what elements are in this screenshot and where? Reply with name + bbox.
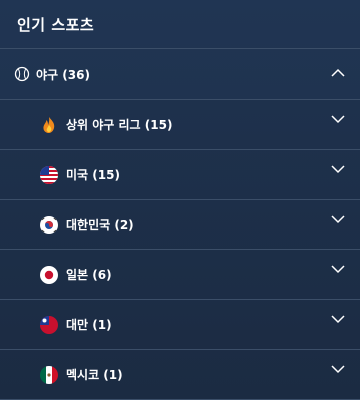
league-row-taiwan[interactable]: 대만 (1) (0, 300, 360, 350)
japan-flag-icon (40, 265, 58, 284)
league-label: 일본 (6) (66, 268, 112, 282)
mexico-flag-icon (40, 365, 58, 384)
league-row-south-korea[interactable]: 대한민국 (2) (0, 200, 360, 250)
league-label: 미국 (15) (66, 168, 120, 182)
league-label: 대만 (1) (66, 318, 112, 332)
panel-title: 인기 스포츠 (0, 0, 360, 49)
league-row-top-baseball[interactable]: 상위 야구 리그 (15) (0, 100, 360, 150)
chevron-up-icon[interactable] (330, 68, 346, 78)
south-korea-flag-icon (40, 215, 58, 234)
chevron-down-icon[interactable] (330, 164, 346, 174)
league-row-usa[interactable]: 미국 (15) (0, 150, 360, 200)
chevron-down-icon[interactable] (330, 364, 346, 374)
taiwan-flag-icon (40, 315, 58, 334)
league-label: 대한민국 (2) (66, 218, 134, 232)
league-label: 멕시코 (1) (66, 368, 123, 382)
usa-flag-icon (40, 165, 58, 184)
chevron-down-icon[interactable] (330, 314, 346, 324)
chevron-down-icon[interactable] (330, 214, 346, 224)
fire-icon (43, 116, 55, 133)
baseball-icon (14, 66, 30, 82)
chevron-down-icon[interactable] (330, 114, 346, 124)
league-row-japan[interactable]: 일본 (6) (0, 250, 360, 300)
league-row-mexico[interactable]: 멕시코 (1) (0, 350, 360, 400)
league-label: 상위 야구 리그 (15) (66, 118, 173, 132)
popular-sports-panel: 인기 스포츠 야구 (36) 상위 야구 리그 (15) 미국 (15) 대한민… (0, 0, 360, 400)
sport-label: 야구 (36) (36, 67, 90, 82)
sport-row-baseball[interactable]: 야구 (36) (0, 49, 360, 100)
chevron-down-icon[interactable] (330, 264, 346, 274)
